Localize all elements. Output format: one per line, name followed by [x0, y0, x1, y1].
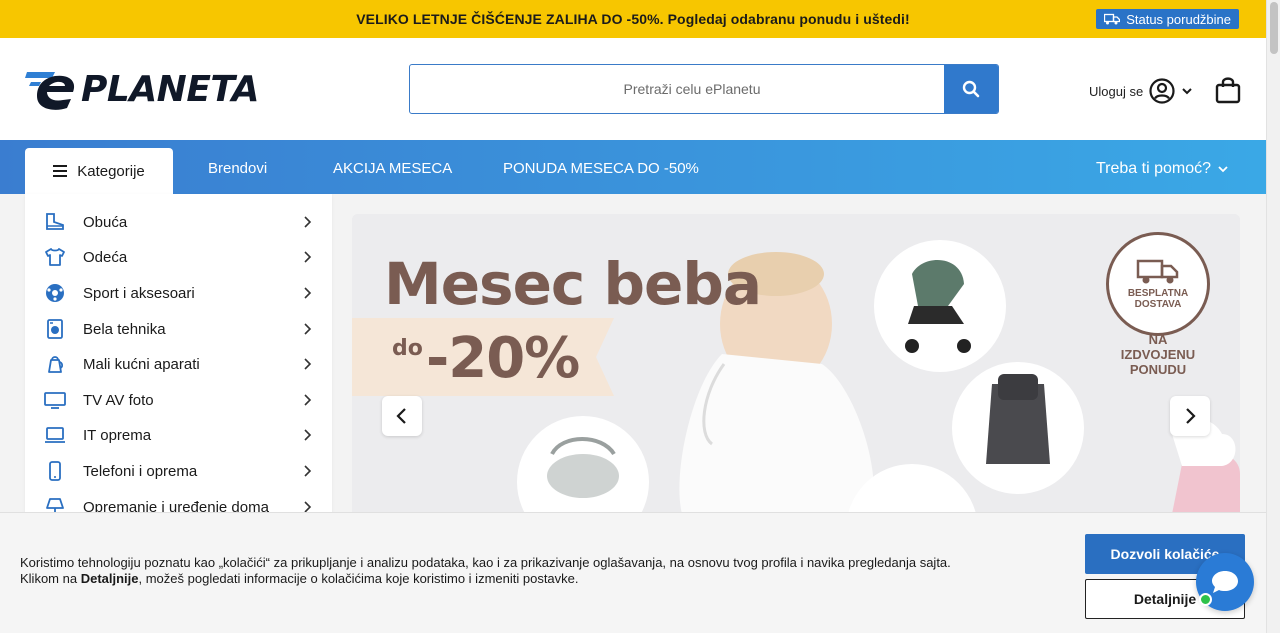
sidebar-item-footwear[interactable]: Obuća: [25, 204, 332, 240]
washing-machine-icon: [47, 319, 63, 339]
free-delivery-badge: BESPLATNA DOSTAVA: [1106, 232, 1210, 336]
cookie-text: Koristimo tehnologiju poznatu kao „kolač…: [20, 555, 951, 587]
cookie-line2-prefix: Klikom na: [20, 571, 81, 586]
chevron-right-icon: [304, 323, 312, 335]
nav-link-brands[interactable]: Brendovi: [208, 160, 267, 177]
sidebar-item-white-goods[interactable]: Bela tehnika: [25, 311, 332, 347]
sidebar-item-label: Bela tehnika: [83, 320, 166, 338]
login-menu[interactable]: Uloguj se: [1089, 78, 1193, 104]
badge-line1: BESPLATNA: [1127, 288, 1189, 299]
cookie-line1: Koristimo tehnologiju poznatu kao „kolač…: [20, 555, 951, 570]
cookie-details-link[interactable]: Detaljnije: [81, 571, 139, 586]
chat-bubble-icon: [1212, 571, 1238, 593]
carousel-prev-button[interactable]: [382, 396, 422, 436]
banner-title: Mesec beba: [384, 250, 762, 318]
badge-sub-line: PONUDU: [1129, 362, 1187, 377]
chevron-right-icon: [304, 429, 312, 441]
ball-icon: [46, 284, 64, 302]
laptop-icon: [45, 427, 65, 443]
cart-icon[interactable]: [1215, 76, 1241, 104]
phone-icon: [49, 461, 61, 481]
promo-text[interactable]: VELIKO LETNJE ČIŠĆENJE ZALIHA DO -50%. P…: [356, 11, 910, 27]
sidebar-item-label: IT oprema: [83, 426, 152, 444]
badge-subtext: NA IZDVOJENU PONUDU: [1100, 332, 1216, 377]
chevron-right-icon: [304, 287, 312, 299]
categories-label: Kategorije: [77, 162, 145, 180]
search-input[interactable]: [410, 65, 944, 113]
banner-prefix: do: [392, 336, 423, 361]
chevron-right-icon: [304, 251, 312, 263]
main-nav: Kategorije Brendovi AKCIJA MESECA PONUDA…: [0, 140, 1266, 194]
tv-icon: [44, 392, 66, 409]
category-sidebar: Obuća Odeća Sport i aksesoari Bela tehni…: [25, 194, 332, 514]
order-status-button[interactable]: Status porudžbine: [1096, 9, 1239, 29]
chevron-down-icon: [1218, 166, 1228, 173]
sidebar-item-label: Mali kućni aparati: [83, 355, 200, 373]
user-icon: [1149, 78, 1175, 104]
chevron-down-icon: [1182, 88, 1192, 95]
shirt-icon: [45, 248, 65, 266]
chevron-left-icon: [396, 408, 406, 424]
truck-icon: [1104, 13, 1121, 25]
nav-link-action-month[interactable]: AKCIJA MESECA: [333, 160, 452, 177]
badge-line2: DOSTAVA: [1134, 299, 1182, 310]
sidebar-item-label: Odeća: [83, 248, 128, 266]
nav-link-offer-month[interactable]: PONUDA MESECA DO -50%: [503, 160, 699, 177]
eplaneta-logo[interactable]: PLANETA: [25, 66, 260, 112]
logo-text: PLANETA: [81, 68, 260, 110]
sidebar-item-it-equipment[interactable]: IT oprema: [25, 417, 332, 453]
banner-discount: -20%: [426, 326, 580, 391]
sidebar-item-label: TV AV foto: [83, 391, 154, 409]
search-button[interactable]: [944, 65, 998, 113]
online-status-dot: [1199, 593, 1212, 606]
badge-sub-line: NA: [1148, 332, 1168, 347]
promo-bar: VELIKO LETNJE ČIŠĆENJE ZALIHA DO -50%. P…: [0, 0, 1266, 38]
order-status-label: Status porudžbine: [1126, 11, 1231, 27]
scrollbar-thumb[interactable]: [1270, 2, 1278, 54]
shoe-icon: [46, 213, 64, 230]
sidebar-item-home[interactable]: Opremanje i uređenje doma: [25, 489, 332, 514]
help-menu[interactable]: Treba ti pomoć?: [1096, 160, 1229, 178]
cookie-consent-bar: Koristimo tehnologiju poznatu kao „kolač…: [0, 512, 1266, 633]
search-bar: [409, 64, 999, 114]
site-header: PLANETA Uloguj se: [0, 38, 1266, 140]
sidebar-item-tv-av-photo[interactable]: TV AV foto: [25, 382, 332, 418]
chevron-right-icon: [304, 394, 312, 406]
cookie-line2-suffix: , možeš pogledati informacije o kolačići…: [138, 571, 579, 586]
menu-icon: [53, 165, 68, 177]
sidebar-item-label: Obuća: [83, 213, 128, 231]
chevron-right-icon: [304, 358, 312, 370]
sidebar-item-label: Telefoni i oprema: [83, 462, 198, 480]
delivery-truck-icon: [1136, 259, 1179, 284]
sidebar-item-clothing[interactable]: Odeća: [25, 239, 332, 275]
chevron-right-icon: [304, 465, 312, 477]
page-scrollbar[interactable]: [1266, 0, 1280, 633]
kettle-icon: [48, 356, 64, 373]
sidebar-item-sport[interactable]: Sport i aksesoari: [25, 275, 332, 311]
logo-e-mark: [25, 72, 75, 110]
search-icon: [962, 80, 980, 98]
cookie-line2: Klikom na Detaljnije, možeš pogledati in…: [20, 571, 951, 587]
badge-sub-line: IZDVOJENU: [1120, 347, 1196, 362]
help-label: Treba ti pomoć?: [1096, 160, 1212, 177]
chevron-right-icon: [1186, 408, 1196, 424]
login-label: Uloguj se: [1089, 83, 1144, 99]
sidebar-item-label: Sport i aksesoari: [83, 284, 195, 302]
chevron-right-icon: [304, 216, 312, 228]
categories-tab[interactable]: Kategorije: [25, 148, 173, 194]
sidebar-item-small-appliances[interactable]: Mali kućni aparati: [25, 346, 332, 382]
carousel-next-button[interactable]: [1170, 396, 1210, 436]
hero-banner[interactable]: Mesec beba do -20% BESPLATNA DOSTAVA NA …: [352, 214, 1240, 514]
sidebar-item-phones[interactable]: Telefoni i oprema: [25, 453, 332, 489]
